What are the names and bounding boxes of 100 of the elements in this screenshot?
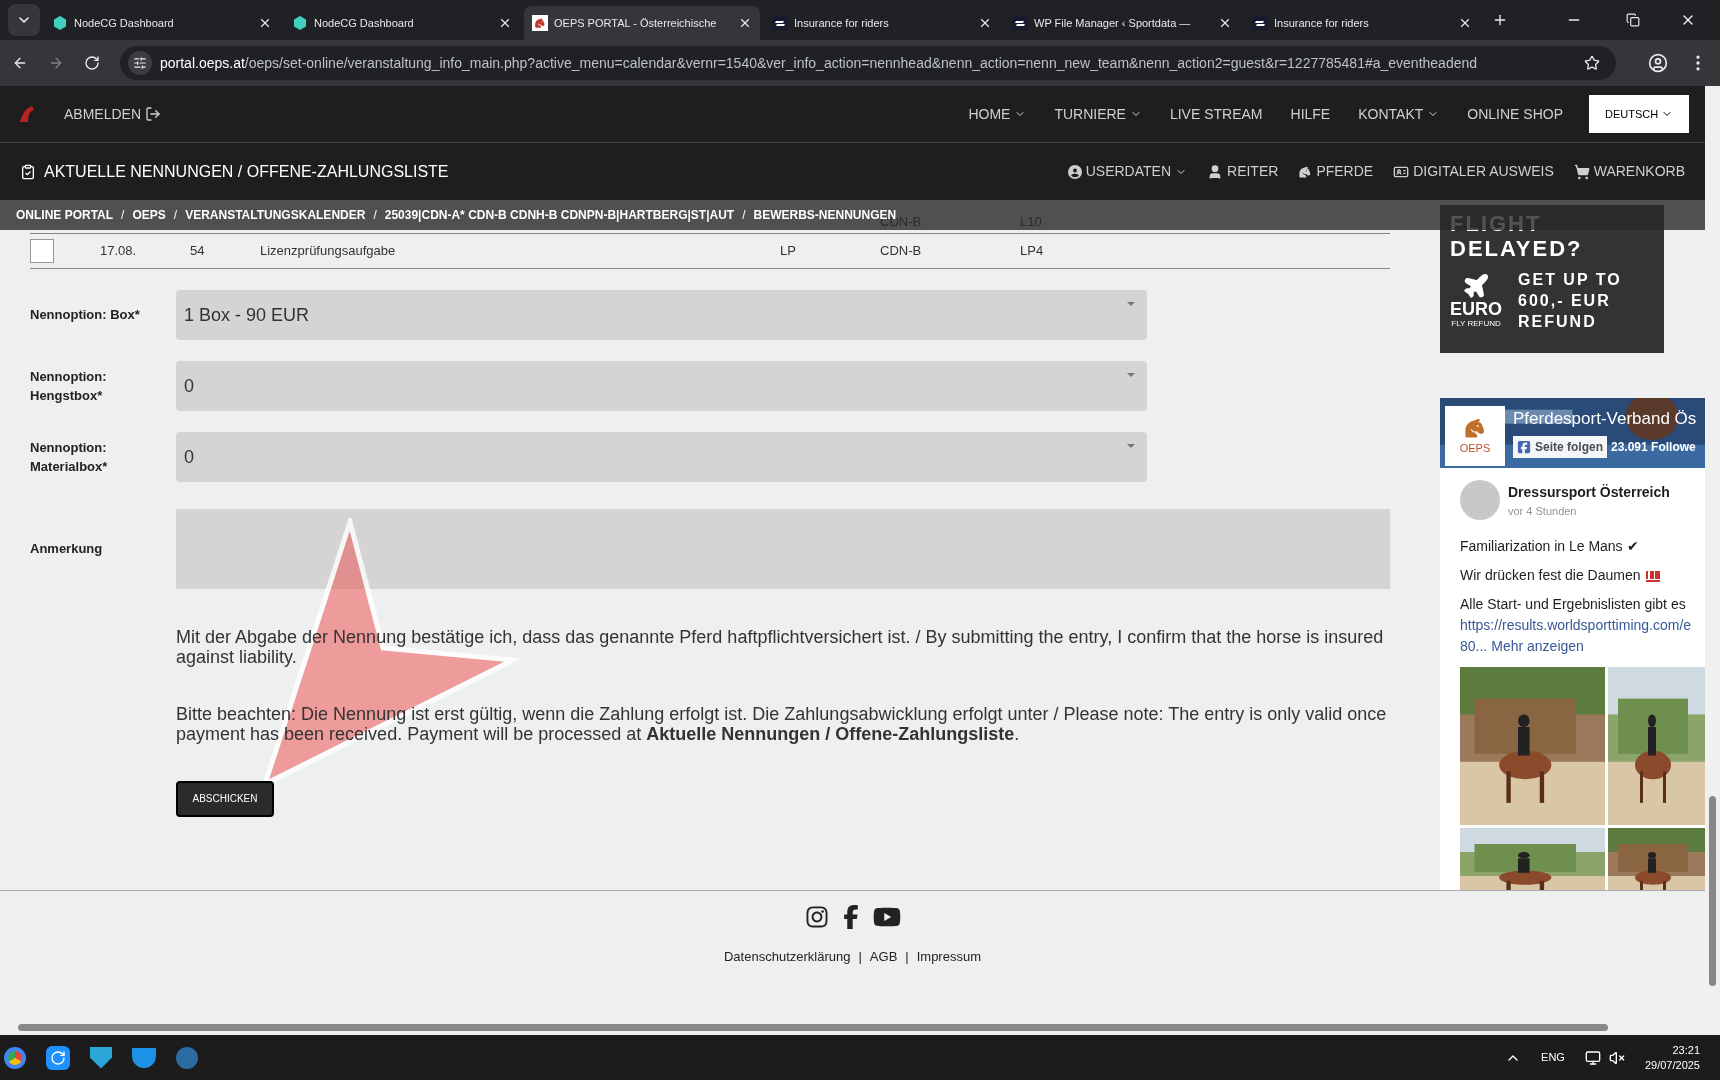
browser-tab[interactable]: WP File Manager ‹ Sportdata — [1004,6,1240,40]
instagram-icon[interactable] [804,905,829,929]
user-nav-link[interactable]: DIGITALER AUSWEIS [1373,161,1554,182]
follower-count: 23.091 Followe [1611,438,1696,456]
post-time: vor 4 Stunden [1508,503,1578,519]
close-icon[interactable] [1218,16,1232,30]
ad-headline: DELAYED? [1450,236,1584,261]
footer-link[interactable]: AGB [869,947,898,967]
tab-title: WP File Manager ‹ Sportdata — [1034,15,1192,31]
browser-tab[interactable]: OEPS PORTAL - Österreichische [524,6,760,40]
clock[interactable]: 23:21 29/07/2025 [1644,1042,1700,1073]
browser-tab[interactable]: NodeCG Dashboard [44,6,280,40]
logout-button[interactable]: ABMELDEN [64,103,162,125]
select-field[interactable]: 1 Box - 90 EUR [176,290,1147,340]
close-icon[interactable] [258,16,272,30]
breadcrumb-separator: / [742,207,746,224]
language-indicator[interactable]: ENG [1541,1049,1565,1066]
monitor-icon[interactable] [1584,1049,1601,1066]
browser-tab[interactable]: Insurance for riders [764,6,1000,40]
field-label: Anmerkung [30,540,104,559]
table-cell: CDN-B [880,243,922,259]
post-author[interactable]: Dressursport Österreich [1508,481,1670,503]
scroll-thumb[interactable] [1709,796,1716,986]
muted-speaker-icon[interactable] [1608,1049,1625,1066]
reload-icon[interactable] [84,55,100,71]
scroll-thumb[interactable] [18,1024,1608,1031]
address-bar[interactable]: portal.oeps.at/oeps/set-online/veranstaltung_info_main.php?active_menu=calendar&vernr=1540&ver_info_action=nennhead&nenn_action=nenn_new_team&nenn_action2=guest&r=1227785481#a_eventheadend [120,46,1616,80]
user-nav-link[interactable]: PFERDE [1278,161,1374,182]
link-separator: | [905,948,909,966]
ad-headline: FLIGHT [1450,211,1543,236]
table-cell: Lizenzprüfungsaufgabe [260,243,396,259]
see-more-link[interactable]: Mehr anzeigen [1491,636,1584,658]
page-name[interactable]: Pferdesport-Verband Ös [1513,406,1697,432]
notice-text: Mit der Abgabe der Nennung bestätige ich, dass das genannte Pferd haftpflichtversichert ist. / By submitting the entry, I confirm that the horse is insured against liability. [176,627,1385,667]
forward-icon[interactable] [48,55,64,71]
tab-title: Insurance for riders [1274,15,1370,31]
row-checkbox[interactable] [30,239,54,263]
tab-title: OEPS PORTAL - Österreichische [554,15,718,31]
user-nav-link[interactable]: WARENKORB [1553,161,1685,182]
nav-link[interactable]: LIVE STREAM [1155,103,1277,125]
close-icon[interactable] [978,16,992,30]
hundred-points-icon [1644,568,1661,583]
caret-icon [1127,302,1135,306]
link-separator: | [858,948,862,966]
language-select[interactable]: DEUTSCH [1589,95,1689,133]
restore-icon[interactable] [1626,13,1640,27]
url-text: portal.oeps.at/oeps/set-online/veranstaltung_info_main.php?active_menu=calendar&vernr=1540&ver_info_action=nennhead&nenn_action=nenn_new_team&nenn_action2=guest&r=1227785481#a_eventheadend [160,53,1479,73]
ad-brand-subtitle: FLY REFUND [1451,317,1501,330]
new-tab-icon[interactable] [1492,12,1508,28]
stripes-icon [1252,15,1268,31]
nav-link[interactable]: ONLINE SHOP [1453,103,1577,125]
nav-link[interactable]: TURNIERE [1040,103,1156,125]
footer-link[interactable]: Impressum [916,947,981,967]
shield-app-icon[interactable] [90,1046,112,1069]
sync-app-icon[interactable] [46,1045,70,1070]
table-cell: 54 [190,243,205,259]
profile-icon[interactable] [1648,53,1668,73]
browser-tab[interactable]: NodeCG Dashboard [284,6,520,40]
hexagon-icon [52,15,68,31]
field-label: Nennoption: Materialbox* [30,438,109,476]
site-info-button[interactable] [128,51,152,75]
breadcrumb-link[interactable]: ONLINE PORTAL [16,206,114,224]
follow-button[interactable]: Seite folgen [1513,435,1607,458]
breadcrumb-separator: / [121,207,125,224]
nav-link[interactable]: HOME [954,103,1041,125]
browser-app-icon[interactable] [4,1046,26,1069]
close-icon[interactable] [498,16,512,30]
nav-link[interactable]: HILFE [1276,103,1345,125]
breadcrumb-link[interactable]: OEPS [132,206,166,224]
ad-offer: GET UP TO [1518,270,1622,290]
submit-button[interactable]: ABSCHICKEN [176,781,274,817]
select-field[interactable]: 0 [176,432,1147,482]
close-icon[interactable] [1458,16,1472,30]
table-cell: 17.08. [100,243,137,259]
breadcrumb-link[interactable]: 25039|CDN-A* CDN-B CDNH-B CDNPN-B|HARTBERG|ST|AUT [384,206,735,224]
close-icon[interactable] [738,16,752,30]
select-field[interactable]: 0 [176,361,1147,411]
post-link-end[interactable]: 80... [1460,636,1488,658]
post-line: Wir drücken fest die Daumen [1460,566,1641,586]
breadcrumb-link[interactable]: VERANSTALTUNGSKALENDER [185,206,366,224]
footer-link[interactable]: Datenschutzerklärung [724,947,851,967]
table-cell: LP4 [1020,243,1044,259]
post-link[interactable]: https://results.worldsporttiming.com/e [1460,615,1692,637]
horse-icon [1463,416,1487,441]
bookmark-icon[interactable] [1584,55,1600,71]
browser-tab[interactable]: Insurance for riders [1244,6,1480,40]
stripes-icon [1012,15,1028,31]
facebook-icon [1517,439,1531,454]
user-nav-link[interactable]: REITER [1187,161,1279,182]
logout-icon [145,106,162,122]
comment-field[interactable] [176,509,1390,589]
nav-link[interactable]: KONTAKT [1344,103,1454,125]
tab-title: NodeCG Dashboard [74,15,175,31]
back-icon[interactable] [12,55,28,71]
tab-title: NodeCG Dashboard [314,15,415,31]
user-nav-link[interactable]: USERDATEN [1047,161,1188,182]
tab-list-button[interactable] [8,4,40,36]
horse-icon [1298,164,1313,179]
hexagon-icon [292,15,308,31]
field-label: Nennoption: Box* [30,306,141,325]
